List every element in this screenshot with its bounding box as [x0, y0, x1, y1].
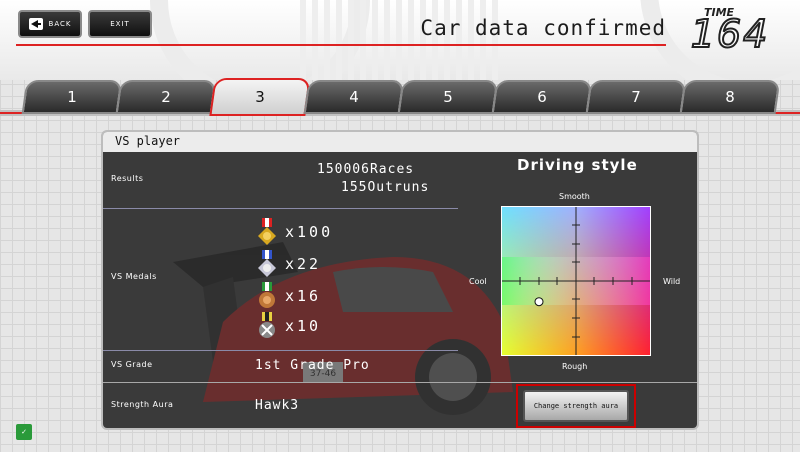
tab-7[interactable]: 7: [585, 80, 687, 114]
medal-count: x100: [285, 223, 334, 241]
tab-label: 3: [255, 88, 265, 106]
tab-label: 5: [443, 88, 453, 106]
decorative-buildings: [300, 0, 500, 80]
tab-label: 7: [631, 88, 641, 106]
tab-label: 6: [537, 88, 547, 106]
medal-row: x10: [257, 312, 321, 340]
axis-top-label: Smooth: [559, 192, 590, 201]
vs-player-panel: VS player 37-46 Results 150006Races 155O…: [101, 130, 699, 430]
color-field: [502, 207, 650, 355]
tab-label: 1: [67, 88, 77, 106]
medal-count: x22: [285, 255, 322, 273]
change-strength-aura-button[interactable]: Change strength aura: [523, 390, 629, 422]
outruns-count: 155Outruns: [341, 180, 430, 195]
races-count: 150006Races: [317, 162, 415, 177]
grade-value: 1st Grade Pro: [255, 358, 370, 373]
aura-label: Strength Aura: [111, 400, 174, 409]
panel-title: VS player: [115, 134, 181, 148]
tab-1[interactable]: 1: [21, 80, 123, 114]
driving-style-marker: [534, 297, 544, 307]
back-arrow-icon: [28, 18, 43, 30]
tab-3[interactable]: 3: [209, 78, 311, 116]
medal-row: x22: [257, 250, 321, 278]
row-divider: [103, 382, 697, 383]
car-image: 37-46: [173, 242, 513, 415]
axis-bottom-label: Rough: [562, 362, 588, 371]
network-status-icon: ✓: [16, 424, 32, 440]
title-underline: [16, 44, 666, 46]
grade-label: VS Grade: [111, 360, 153, 369]
bronze-medal-icon: [259, 282, 275, 308]
medals-label: VS Medals: [111, 272, 157, 281]
tab-label: 8: [725, 88, 735, 106]
exit-button[interactable]: EXIT: [88, 10, 152, 38]
tab-label: 2: [161, 88, 171, 106]
tab-6[interactable]: 6: [491, 80, 593, 114]
tab-label: 4: [349, 88, 359, 106]
medal-row: x100: [257, 218, 333, 246]
tab-5[interactable]: 5: [397, 80, 499, 114]
aura-value: Hawk3: [255, 398, 300, 413]
axis-right-label: Wild: [663, 277, 681, 286]
back-label: BACK: [48, 20, 72, 28]
tab-2[interactable]: 2: [115, 80, 217, 114]
medal-row: x16: [257, 282, 321, 310]
tab-4[interactable]: 4: [303, 80, 405, 114]
back-button[interactable]: BACK: [18, 10, 82, 38]
tab-8[interactable]: 8: [679, 80, 781, 114]
page-title: Car data confirmed: [420, 16, 666, 40]
medal-count: x10: [285, 317, 322, 335]
driving-style-graph: [501, 206, 651, 356]
silver-medal-icon: [258, 250, 276, 277]
panel-header: VS player: [103, 132, 697, 152]
gold-medal-icon: [258, 218, 276, 245]
change-aura-highlight: Change strength aura: [516, 384, 636, 428]
time-counter: 164: [690, 11, 770, 57]
yellow-medal-icon: [259, 312, 275, 338]
row-divider: [103, 208, 458, 209]
exit-label: EXIT: [110, 20, 130, 28]
results-label: Results: [111, 174, 144, 183]
driving-style-title: Driving style: [517, 156, 638, 174]
axis-left-label: Cool: [469, 277, 487, 286]
row-divider: [103, 350, 458, 351]
medal-count: x16: [285, 287, 322, 305]
